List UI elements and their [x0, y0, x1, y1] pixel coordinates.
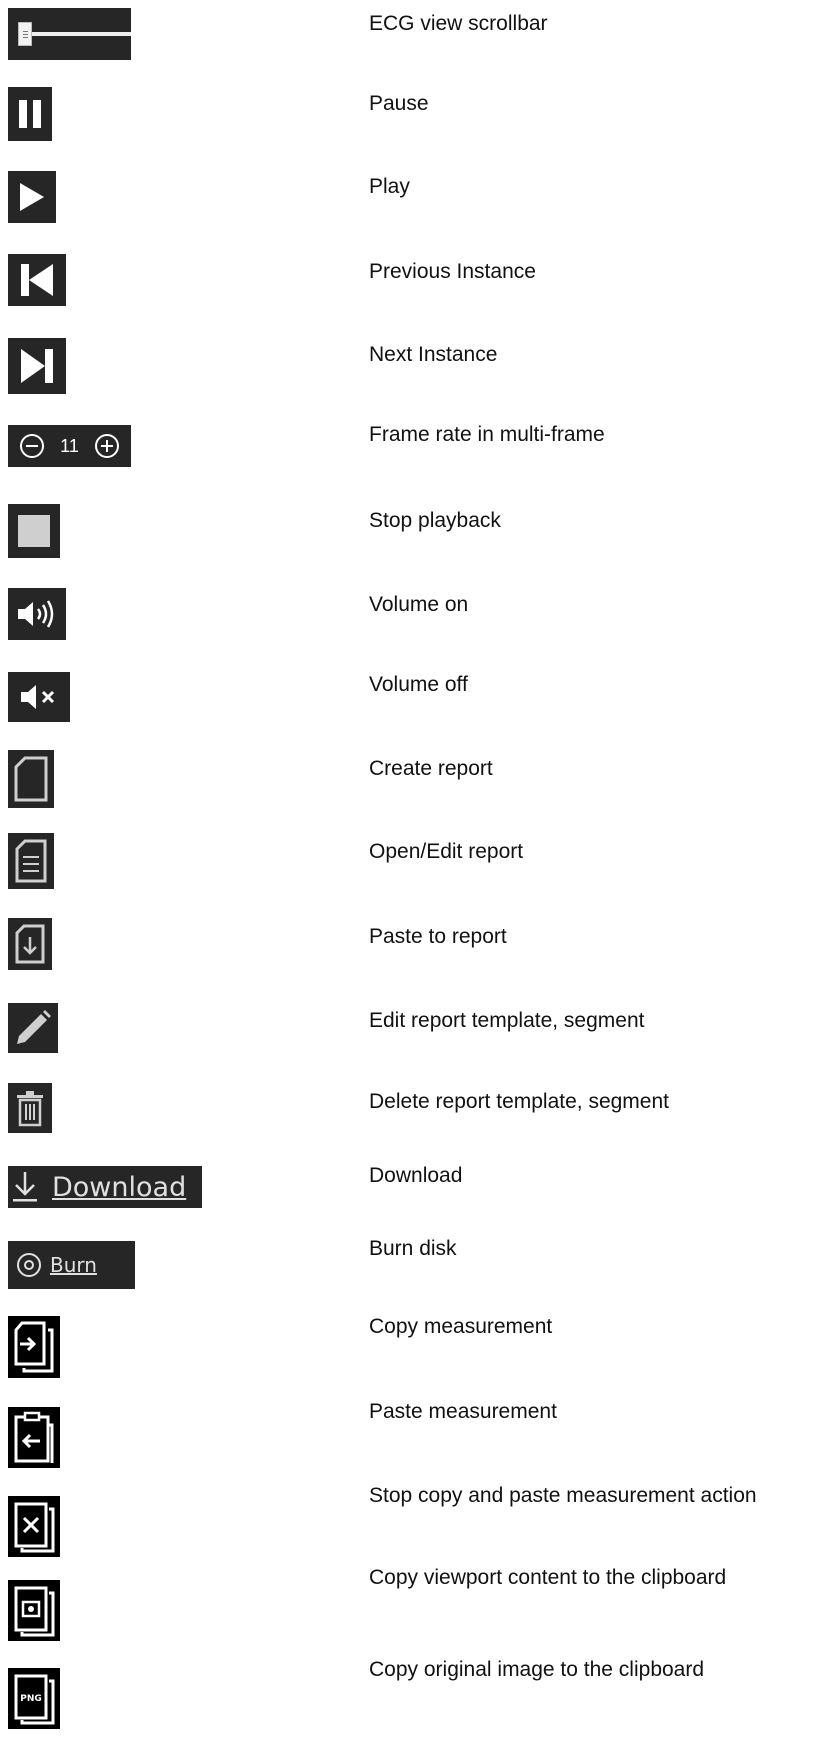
legend-label: ECG view scrollbar — [369, 12, 548, 35]
legend-label: Volume on — [369, 593, 469, 616]
legend-label: Stop copy and paste measurement action — [369, 1484, 757, 1507]
download-button[interactable]: Download — [8, 1166, 202, 1208]
ecg-scrollbar-icon[interactable] — [8, 8, 131, 60]
play-icon[interactable] — [8, 171, 56, 223]
burn-button-label: Burn — [50, 1253, 97, 1277]
legend-label: Next Instance — [369, 343, 498, 366]
frame-rate-value: 11 — [60, 435, 79, 456]
legend-label: Create report — [369, 757, 493, 780]
stop-copy-paste-icon[interactable] — [8, 1496, 60, 1557]
legend-label: Play — [369, 175, 410, 198]
volume-off-icon[interactable] — [8, 672, 70, 722]
volume-on-icon[interactable] — [8, 588, 66, 640]
copy-original-image-icon[interactable]: PNG — [8, 1668, 60, 1729]
legend-label: Previous Instance — [369, 260, 536, 283]
copy-measurement-icon[interactable] — [8, 1316, 60, 1378]
pencil-icon[interactable] — [8, 1003, 58, 1053]
legend-label: Copy viewport content to the clipboard — [369, 1566, 727, 1589]
legend-label: Copy original image to the clipboard — [369, 1658, 705, 1681]
legend-label: Stop playback — [369, 509, 501, 532]
burn-button[interactable]: Burn — [8, 1241, 135, 1289]
copy-viewport-icon[interactable] — [8, 1580, 60, 1641]
download-icon — [13, 1172, 37, 1202]
trash-icon[interactable] — [8, 1083, 52, 1133]
png-badge: PNG — [20, 1694, 42, 1704]
burn-disc-icon — [17, 1253, 41, 1277]
legend-label: Open/Edit report — [369, 840, 524, 863]
legend-label: Volume off — [369, 673, 468, 696]
minus-circle-icon[interactable] — [19, 433, 45, 459]
legend-label: Frame rate in multi-frame — [369, 423, 605, 446]
legend-label: Delete report template, segment — [369, 1090, 669, 1113]
legend-label: Copy measurement — [369, 1315, 553, 1338]
pause-icon[interactable] — [8, 87, 52, 141]
next-instance-icon[interactable] — [8, 338, 66, 394]
open-report-icon[interactable] — [8, 833, 54, 889]
previous-instance-icon[interactable] — [8, 254, 66, 306]
legend-label: Paste to report — [369, 925, 507, 948]
paste-measurement-icon[interactable] — [8, 1407, 60, 1468]
create-report-icon[interactable] — [8, 750, 54, 808]
download-button-label: Download — [52, 1171, 187, 1203]
legend-label: Paste measurement — [369, 1400, 557, 1423]
stop-icon[interactable] — [8, 504, 60, 558]
legend-label: Pause — [369, 92, 429, 115]
legend-label: Download — [369, 1164, 463, 1187]
legend-label: Burn disk — [369, 1237, 457, 1260]
plus-circle-icon[interactable] — [94, 433, 120, 459]
paste-report-icon[interactable] — [8, 918, 52, 970]
legend-label: Edit report template, segment — [369, 1009, 645, 1032]
frame-rate-icon: 11 — [8, 425, 131, 467]
